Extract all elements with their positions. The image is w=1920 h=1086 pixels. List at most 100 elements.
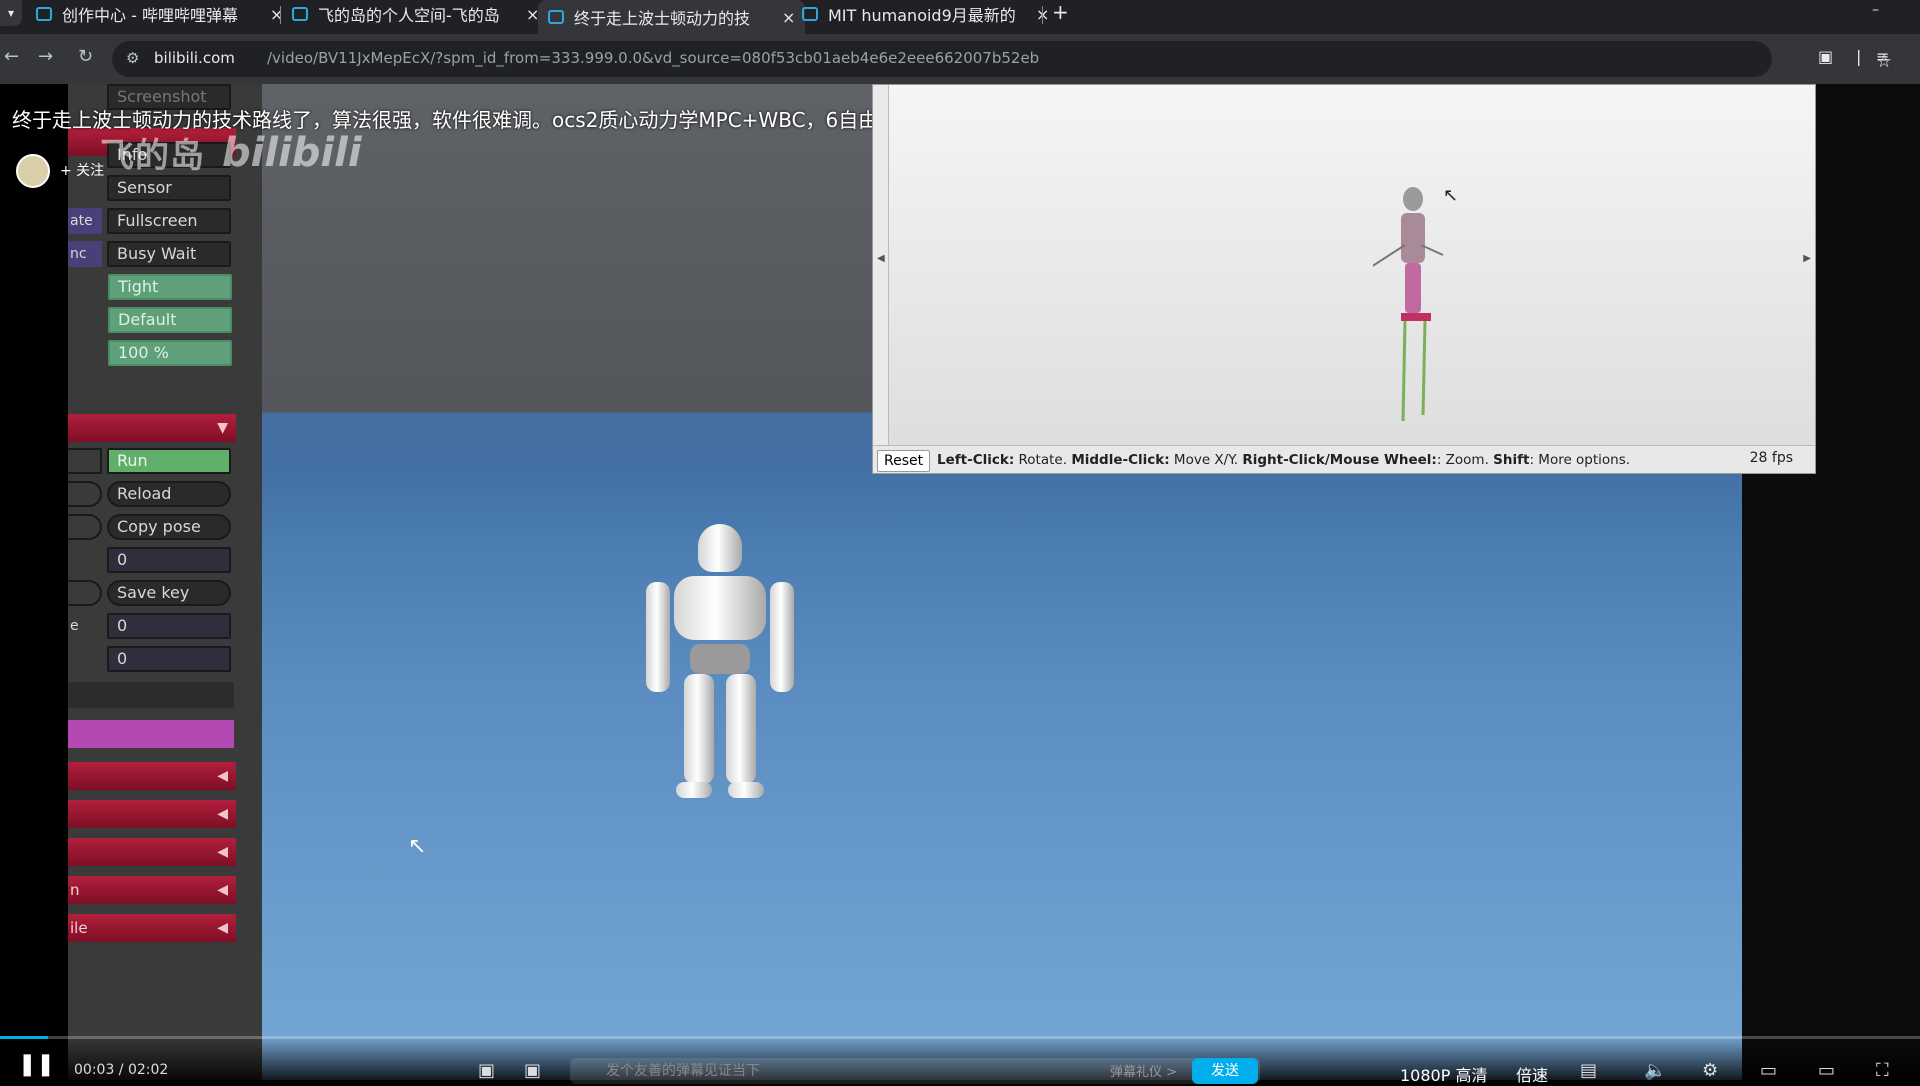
- panel-left-toggle[interactable]: [68, 514, 102, 540]
- speed-selector[interactable]: 倍速: [1516, 1062, 1548, 1086]
- humanoid-robot: [640, 524, 800, 804]
- highlight-bar: [68, 720, 234, 748]
- section-header-3[interactable]: ◀: [68, 838, 236, 866]
- value-field-1[interactable]: 0: [107, 613, 231, 639]
- danmaku-toggle-icon[interactable]: ▣: [478, 1060, 495, 1081]
- tab-separator: [280, 6, 281, 24]
- mouse-cursor-icon: ↖: [1443, 185, 1459, 206]
- section-header-5[interactable]: ile ◀: [68, 914, 236, 942]
- section-header-2[interactable]: ◀: [68, 800, 236, 828]
- send-danmaku-button[interactable]: 发送: [1192, 1058, 1258, 1084]
- danmaku-settings-icon[interactable]: ▣: [524, 1060, 541, 1081]
- reload-icon[interactable]: ↻: [78, 46, 93, 67]
- expand-arrow-icon[interactable]: ◀: [217, 800, 228, 828]
- panel-separator: [68, 682, 234, 708]
- run-button[interactable]: Run: [107, 448, 231, 474]
- panel-left-label: nc: [68, 241, 102, 267]
- panel-left-toggle[interactable]: [68, 481, 102, 507]
- video-letterbox: [0, 84, 68, 1080]
- tab-separator: [1042, 6, 1043, 24]
- key-field[interactable]: 0: [107, 547, 231, 573]
- panel-left-label: [68, 448, 102, 474]
- tab-title: MIT humanoid9月最新的: [828, 6, 1016, 25]
- back-arrow-icon[interactable]: ←: [4, 46, 19, 67]
- bilibili-tv-icon: [802, 7, 818, 21]
- viewer-grid: [873, 195, 1815, 445]
- expand-arrow-icon[interactable]: ◀: [217, 876, 228, 904]
- section-header-4[interactable]: n ◀: [68, 876, 236, 904]
- sensor-button[interactable]: Sensor: [107, 175, 231, 201]
- bilibili-tv-icon: [548, 10, 564, 24]
- value-field-2[interactable]: 0: [107, 646, 231, 672]
- viewer-status-bar: Reset Left-Click: Rotate. Middle-Click: …: [873, 445, 1815, 473]
- tab-creator-center[interactable]: 创作中心 - 哔哩哔哩弹幕 ×: [26, 0, 293, 28]
- time-display: 00:03 / 02:02: [74, 1062, 169, 1078]
- pause-icon[interactable]: ❚❚: [18, 1052, 55, 1077]
- url-host: bilibili.com: [154, 49, 235, 67]
- field-label: e: [70, 618, 79, 634]
- tab-mit-humanoid[interactable]: MIT humanoid9月最新的 ×: [792, 0, 1059, 28]
- help-desc: : More options.: [1529, 452, 1631, 468]
- help-key: Left-Click:: [937, 452, 1015, 468]
- minimize-button[interactable]: –: [1872, 2, 1879, 18]
- pip-icon[interactable]: ▭: [1760, 1060, 1777, 1081]
- reload-button[interactable]: Reload: [107, 481, 231, 507]
- copy-pose-button[interactable]: Copy pose: [107, 514, 231, 540]
- video-player[interactable]: Screenshot Info Sensor ate Fullscreen nc…: [0, 84, 1920, 1080]
- section-header-1[interactable]: ◀: [68, 762, 236, 790]
- speed-percent-field[interactable]: 100 %: [108, 340, 232, 366]
- section-label: n: [70, 881, 80, 899]
- browser-toolbar: ← → ↻ ⚙ bilibili.com /video/BV11JxMepEcX…: [0, 34, 1920, 84]
- help-desc: Move X/Y.: [1169, 452, 1243, 468]
- tab-strip: ▾ 创作中心 - 哔哩哔哩弹幕 × 飞的岛的个人空间-飞的岛 × 终于走上波士顿…: [0, 0, 1920, 34]
- expand-arrow-icon[interactable]: ◀: [217, 762, 228, 790]
- tight-button[interactable]: Tight: [108, 274, 232, 300]
- save-key-button[interactable]: Save key: [107, 580, 231, 606]
- help-key: Right-Click/Mouse Wheel:: [1242, 452, 1437, 468]
- progress-fill: [0, 1036, 48, 1039]
- quality-selector[interactable]: 1080P 高清: [1400, 1062, 1487, 1086]
- follow-button[interactable]: + 关注: [60, 160, 104, 180]
- help-key: Middle-Click:: [1071, 452, 1170, 468]
- widescreen-icon[interactable]: ▭: [1818, 1060, 1835, 1081]
- tab-title: 终于走上波士顿动力的技: [574, 9, 751, 28]
- default-button[interactable]: Default: [108, 307, 232, 333]
- gear-icon[interactable]: ⚙: [1702, 1060, 1718, 1081]
- danmaku-placeholder: 发个友善的弹幕见证当下: [606, 1063, 760, 1079]
- danmaku-etiquette-link[interactable]: 弹幕礼仪 >: [1110, 1060, 1177, 1086]
- robot-skeleton-view: [1373, 187, 1444, 422]
- tab-title: 创作中心 - 哔哩哔哩弹幕: [62, 6, 238, 25]
- subtitle-icon[interactable]: ▤: [1580, 1060, 1597, 1081]
- new-tab-button[interactable]: +: [1052, 0, 1069, 24]
- help-key: Shift: [1493, 452, 1530, 468]
- expand-arrow-icon[interactable]: ◀: [217, 914, 228, 942]
- fullscreen-button[interactable]: Fullscreen: [107, 208, 231, 234]
- fullscreen-icon[interactable]: ⛶: [1876, 1060, 1889, 1081]
- tab-current-video[interactable]: 终于走上波士顿动力的技 ×: [538, 0, 806, 34]
- bilibili-tv-icon: [292, 7, 308, 21]
- inset-3d-viewer[interactable]: ◀ ▶ ↖ Reset Left-Click: Rotate. Middle-C…: [872, 84, 1816, 474]
- help-desc: Rotate.: [1014, 452, 1072, 468]
- avatar[interactable]: [16, 154, 50, 188]
- extensions-icon[interactable]: ▣: [1818, 47, 1833, 66]
- tab-search-button[interactable]: ▾: [0, 0, 22, 26]
- mouse-cursor-icon: ↖: [408, 834, 427, 859]
- tab-title: 飞的岛的个人空间-飞的岛: [318, 6, 500, 25]
- address-bar[interactable]: ⚙ bilibili.com /video/BV11JxMepEcX/?spm_…: [112, 41, 1892, 77]
- collapse-arrow-icon[interactable]: ▼: [217, 414, 228, 442]
- site-info-icon[interactable]: ⚙: [126, 49, 139, 67]
- section-header-simulation[interactable]: ▼: [68, 414, 236, 442]
- media-control-icon[interactable]: ≡: [1876, 47, 1889, 66]
- forward-arrow-icon[interactable]: →: [38, 46, 53, 67]
- expand-arrow-icon[interactable]: ◀: [217, 838, 228, 866]
- tab-user-space[interactable]: 飞的岛的个人空间-飞的岛 ×: [282, 0, 549, 28]
- panel-left-label: ate: [68, 208, 102, 234]
- danmaku-input[interactable]: 发个友善的弹幕见证当下 弹幕礼仪 >: [570, 1058, 1260, 1084]
- panel-left-toggle[interactable]: [68, 580, 102, 606]
- progress-bar[interactable]: [0, 1036, 1920, 1039]
- volume-icon[interactable]: 🔈: [1644, 1060, 1666, 1081]
- busy-wait-button[interactable]: Busy Wait: [107, 241, 231, 267]
- url-path: /video/BV11JxMepEcX/?spm_id_from=333.999…: [267, 49, 1040, 67]
- reset-view-button[interactable]: Reset: [877, 450, 931, 472]
- bilibili-tv-icon: [36, 7, 52, 21]
